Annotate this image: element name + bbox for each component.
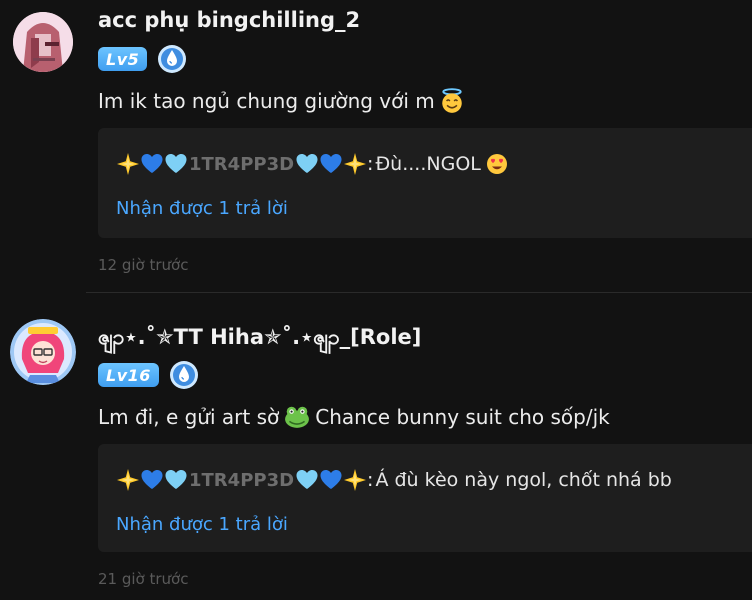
- view-replies-link[interactable]: Nhận được 1 trả lời: [116, 514, 288, 535]
- blue-heart-icon: [319, 468, 343, 492]
- user-badges: Lv16: [98, 360, 199, 390]
- reply-author[interactable]: 1TR4PP3D: [116, 152, 367, 176]
- avatar[interactable]: [13, 12, 73, 72]
- reply-preview-box[interactable]: 1TR4PP3D : Á đù kèo này ngol, chốt nhá b…: [98, 444, 752, 552]
- reply-body: Đù....NGOL: [375, 153, 481, 175]
- username[interactable]: acc phụ bingchilling_2: [98, 8, 360, 32]
- timestamp: 21 giờ trước: [98, 570, 189, 588]
- reply-line: 1TR4PP3D : Á đù kèo này ngol, chốt nhá b…: [116, 468, 672, 492]
- username[interactable]: ၛၣ⋆.˚✯TT Hiha✯˚.⋆ၛၣ_[Role]: [98, 324, 421, 355]
- water-drop-badge-icon: [157, 44, 187, 74]
- comment-text: Lm đi, e gửi art sờ Chance bunny suit ch…: [98, 404, 610, 430]
- comment-body: Im ik tao ngủ chung giường với m: [98, 89, 435, 113]
- water-drop-badge-icon: [169, 360, 199, 390]
- light-blue-heart-icon: [295, 468, 319, 492]
- comment-body-start: Lm đi, e gửi art sờ: [98, 405, 280, 429]
- user-badges: Lv5: [98, 44, 187, 74]
- star-icon: [343, 468, 367, 492]
- light-blue-heart-icon: [164, 468, 188, 492]
- frog-face-icon: [285, 406, 310, 428]
- blue-heart-icon: [140, 152, 164, 176]
- heart-eyes-icon: [486, 154, 507, 174]
- reply-preview-box[interactable]: 1TR4PP3D : Đù....NGOL Nhận được 1 trả lờ…: [98, 128, 752, 238]
- blue-heart-icon: [140, 468, 164, 492]
- light-blue-heart-icon: [164, 152, 188, 176]
- star-icon: [116, 468, 140, 492]
- reply-author-name: 1TR4PP3D: [189, 469, 295, 491]
- reply-author[interactable]: 1TR4PP3D: [116, 468, 367, 492]
- blue-heart-icon: [319, 152, 343, 176]
- comment-item: ၛၣ⋆.˚✯TT Hiha✯˚.⋆ၛၣ_[Role] Lv16 Lm đi, e…: [0, 292, 752, 600]
- light-blue-heart-icon: [295, 152, 319, 176]
- smiling-face-with-halo-icon: [442, 88, 462, 113]
- reply-body: Á đù kèo này ngol, chốt nhá bb: [375, 469, 672, 491]
- star-icon: [116, 152, 140, 176]
- comment-item: acc phụ bingchilling_2 Lv5 Im ik tao ngủ…: [0, 0, 752, 292]
- avatar[interactable]: [10, 319, 76, 385]
- reply-text: Đù....NGOL: [375, 152, 508, 176]
- comment-body-end: Chance bunny suit cho sốp/jk: [315, 405, 610, 429]
- reply-text: Á đù kèo này ngol, chốt nhá bb: [375, 469, 671, 491]
- timestamp: 12 giờ trước: [98, 256, 189, 274]
- reply-separator: :: [367, 469, 374, 491]
- level-badge: Lv16: [98, 363, 159, 387]
- star-icon: [343, 152, 367, 176]
- reply-author-name: 1TR4PP3D: [189, 153, 295, 175]
- level-badge: Lv5: [98, 47, 148, 71]
- reply-separator: :: [367, 153, 374, 175]
- reply-line: 1TR4PP3D : Đù....NGOL: [116, 152, 509, 176]
- comment-text: Im ik tao ngủ chung giường với m: [98, 88, 465, 114]
- view-replies-link[interactable]: Nhận được 1 trả lời: [116, 198, 288, 219]
